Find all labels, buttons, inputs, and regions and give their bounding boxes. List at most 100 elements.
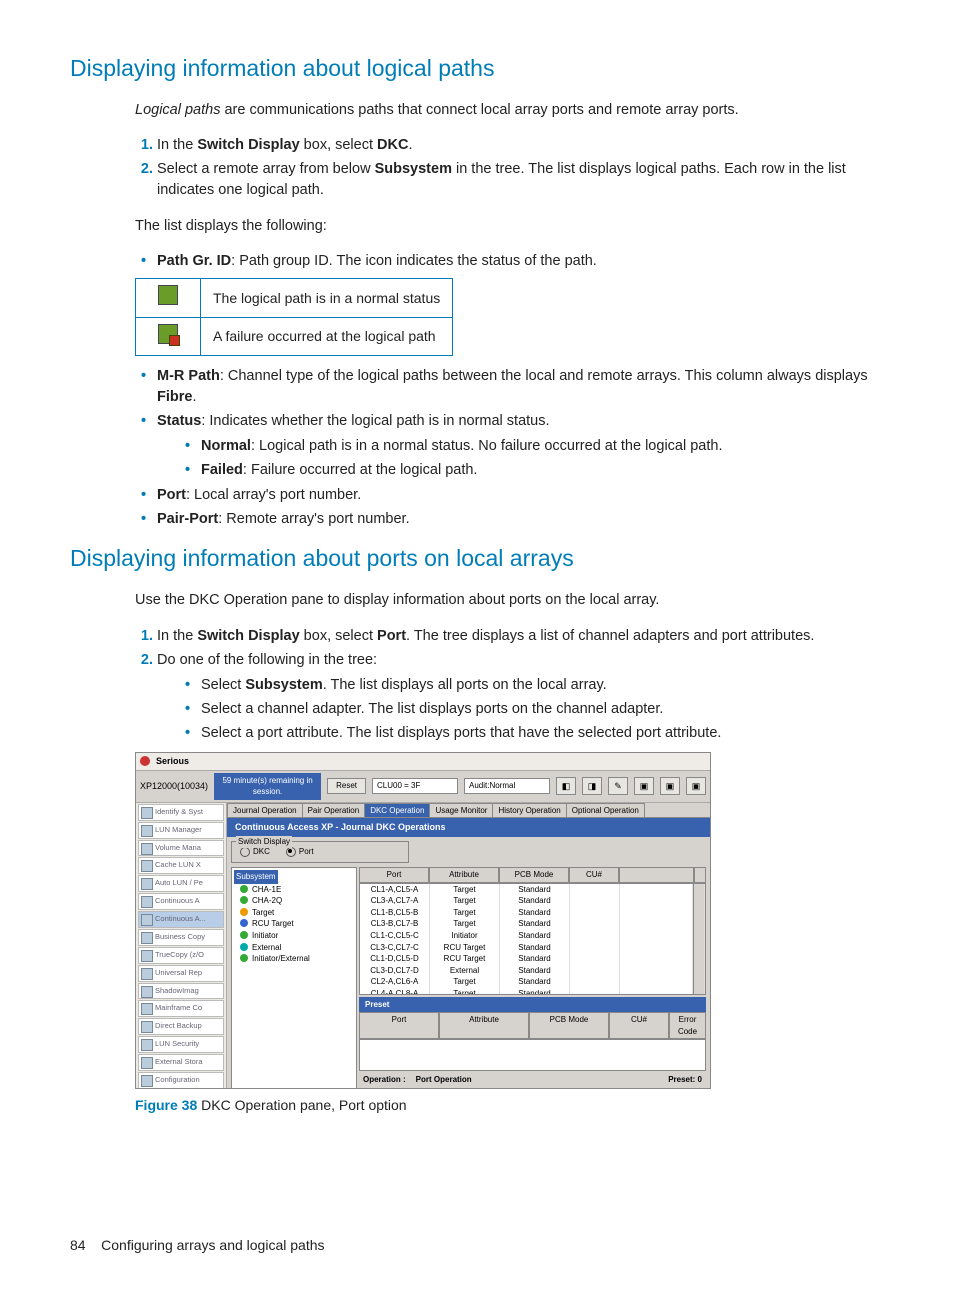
radio-port[interactable]: Port (286, 846, 314, 858)
tree-item[interactable]: CHA-1E (234, 884, 354, 896)
preset-grid-body (359, 1039, 706, 1071)
cluid-box: CLU00 = 3F (372, 778, 458, 794)
table-row[interactable]: CL1-C,CL5-CInitiatorStandard (360, 930, 705, 942)
table-row[interactable]: CL1-D,CL5-DRCU TargetStandard (360, 953, 705, 965)
table-row[interactable]: CL1-A,CL5-ATargetStandard (360, 884, 705, 896)
sidebar-item[interactable]: Volume Mana (138, 840, 224, 857)
status-failed: Failed: Failure occurred at the logical … (201, 460, 884, 481)
sidebar-item[interactable]: Mainframe Co (138, 1000, 224, 1017)
intro-paragraph: Logical paths are communications paths t… (135, 100, 884, 121)
sidebar-item[interactable]: LUN Security (138, 1036, 224, 1053)
operation-value: Port Operation (416, 1074, 472, 1086)
sidebar-item[interactable]: Cache LUN X (138, 857, 224, 874)
tree-item[interactable]: CHA-2Q (234, 895, 354, 907)
sidebar-item[interactable]: Identify & Syst (138, 804, 224, 821)
tree-item[interactable]: External (234, 942, 354, 954)
alert-label: Serious (156, 755, 189, 768)
sidebar-item[interactable]: TrueCopy (z/O (138, 947, 224, 964)
table-row[interactable]: CL1-B,CL5-BTargetStandard (360, 907, 705, 919)
field-pathgr: Path Gr. ID: Path group ID. The icon ind… (157, 251, 884, 272)
status-normal: Normal: Logical path is in a normal stat… (201, 436, 884, 457)
sidebar-item[interactable]: Auto LUN / Pe (138, 875, 224, 892)
tab[interactable]: History Operation (492, 803, 566, 818)
normal-status-icon (158, 285, 178, 305)
step-1: In the Switch Display box, select Port. … (157, 626, 884, 647)
steps-logical-paths: In the Switch Display box, select DKC. S… (135, 135, 884, 201)
sidebar-item[interactable]: Business Copy (138, 929, 224, 946)
sidebar-item[interactable]: LUN Manager (138, 822, 224, 839)
option-subsystem: Select Subsystem. The list displays all … (201, 675, 884, 696)
tree-item[interactable]: Initiator (234, 930, 354, 942)
table-row[interactable]: CL3-D,CL7-DExternalStandard (360, 965, 705, 977)
page-footer: 84 Configuring arrays and logical paths (70, 1235, 884, 1255)
panel-subtitle: Continuous Access XP - Journal DKC Opera… (227, 818, 710, 837)
preset-grid-header: PortAttributePCB ModeCU#Error Code (359, 1012, 706, 1039)
heading-logical-paths: Displaying information about logical pat… (70, 52, 884, 85)
operation-label: Operation : (363, 1074, 406, 1086)
list-intro: The list displays the following: (135, 216, 884, 237)
tree-item[interactable]: Target (234, 907, 354, 919)
table-row[interactable]: CL4-A,CL8-ATargetStandard (360, 988, 705, 995)
field-port: Port: Local array's port number. (157, 485, 884, 506)
table-row: The logical path is in a normal status (136, 279, 453, 317)
table-row[interactable]: CL3-C,CL7-CRCU TargetStandard (360, 942, 705, 954)
tab[interactable]: Optional Operation (566, 803, 645, 818)
preset-bar: Preset (359, 997, 706, 1013)
field-status: Status: Indicates whether the logical pa… (157, 411, 884, 481)
tab[interactable]: Usage Monitor (429, 803, 493, 818)
tree-item[interactable]: RCU Target (234, 918, 354, 930)
option-channel-adapter: Select a channel adapter. The list displ… (201, 699, 884, 720)
sidebar-item[interactable]: External Stora (138, 1054, 224, 1071)
table-row[interactable]: CL2-A,CL6-ATargetStandard (360, 976, 705, 988)
alert-icon (140, 756, 150, 766)
toolbar-icon[interactable]: ▣ (686, 777, 706, 795)
figure-screenshot: Serious XP12000(10034) 59 minute(s) rema… (135, 752, 711, 1089)
toolbar-icon[interactable]: ▣ (660, 777, 680, 795)
table-row: A failure occurred at the logical path (136, 317, 453, 355)
status-desc: A failure occurred at the logical path (201, 317, 453, 355)
step-2: Select a remote array from below Subsyst… (157, 159, 884, 201)
sidebar-item[interactable]: ShadowImag (138, 983, 224, 1000)
field-pairport: Pair-Port: Remote array's port number. (157, 509, 884, 530)
reset-button[interactable]: Reset (327, 778, 366, 794)
left-nav: Identify & SystLUN ManagerVolume ManaCac… (136, 803, 227, 1089)
tree-view[interactable]: Subsystem CHA-1ECHA-2QTargetRCU TargetIn… (231, 867, 357, 1089)
intro2-paragraph: Use the DKC Operation pane to display in… (135, 590, 884, 611)
field-mrpath: M-R Path: Channel type of the logical pa… (157, 366, 884, 408)
step-2: Do one of the following in the tree: Sel… (157, 650, 884, 744)
field-list: Path Gr. ID: Path group ID. The icon ind… (135, 251, 884, 272)
figure-caption: Figure 38 DKC Operation pane, Port optio… (135, 1095, 884, 1115)
failure-status-icon (158, 324, 178, 344)
sidebar-item[interactable]: Universal Rep (138, 965, 224, 982)
option-port-attribute: Select a port attribute. The list displa… (201, 723, 884, 744)
heading-ports-local: Displaying information about ports on lo… (70, 542, 884, 575)
tree-root[interactable]: Subsystem (234, 870, 278, 884)
audit-box: Audit:Normal (464, 778, 550, 794)
session-remaining: 59 minute(s) remaining in session. (214, 773, 321, 800)
tab-bar: Journal OperationPair OperationDKC Opera… (227, 803, 710, 819)
tab[interactable]: DKC Operation (364, 803, 430, 818)
tab[interactable]: Journal Operation (227, 803, 303, 818)
step-1: In the Switch Display box, select DKC. (157, 135, 884, 156)
table-row[interactable]: CL3-B,CL7-BTargetStandard (360, 918, 705, 930)
field-list-cont: M-R Path: Channel type of the logical pa… (135, 366, 884, 530)
sidebar-item[interactable]: Configuration (138, 1072, 224, 1089)
status-icon-table: The logical path is in a normal status A… (135, 278, 453, 356)
sidebar-item[interactable]: Continuous A... (138, 911, 224, 928)
tree-item[interactable]: Initiator/External (234, 953, 354, 965)
radio-dkc[interactable]: DKC (240, 846, 270, 858)
switch-display-group: DKC Port (231, 841, 409, 863)
toolbar-icon[interactable]: ◧ (556, 777, 576, 795)
model-label: XP12000(10034) (140, 780, 208, 793)
toolbar-icon[interactable]: ◨ (582, 777, 602, 795)
preset-count: Preset: 0 (668, 1074, 702, 1086)
grid-body[interactable]: CL1-A,CL5-ATargetStandardCL3-A,CL7-ATarg… (359, 883, 706, 995)
steps-ports: In the Switch Display box, select Port. … (135, 626, 884, 744)
toolbar-icon[interactable]: ▣ (634, 777, 654, 795)
tab[interactable]: Pair Operation (302, 803, 366, 818)
toolbar-icon[interactable]: ✎ (608, 777, 628, 795)
status-desc: The logical path is in a normal status (201, 279, 453, 317)
sidebar-item[interactable]: Continuous A (138, 893, 224, 910)
table-row[interactable]: CL3-A,CL7-ATargetStandard (360, 895, 705, 907)
sidebar-item[interactable]: Direct Backup (138, 1018, 224, 1035)
